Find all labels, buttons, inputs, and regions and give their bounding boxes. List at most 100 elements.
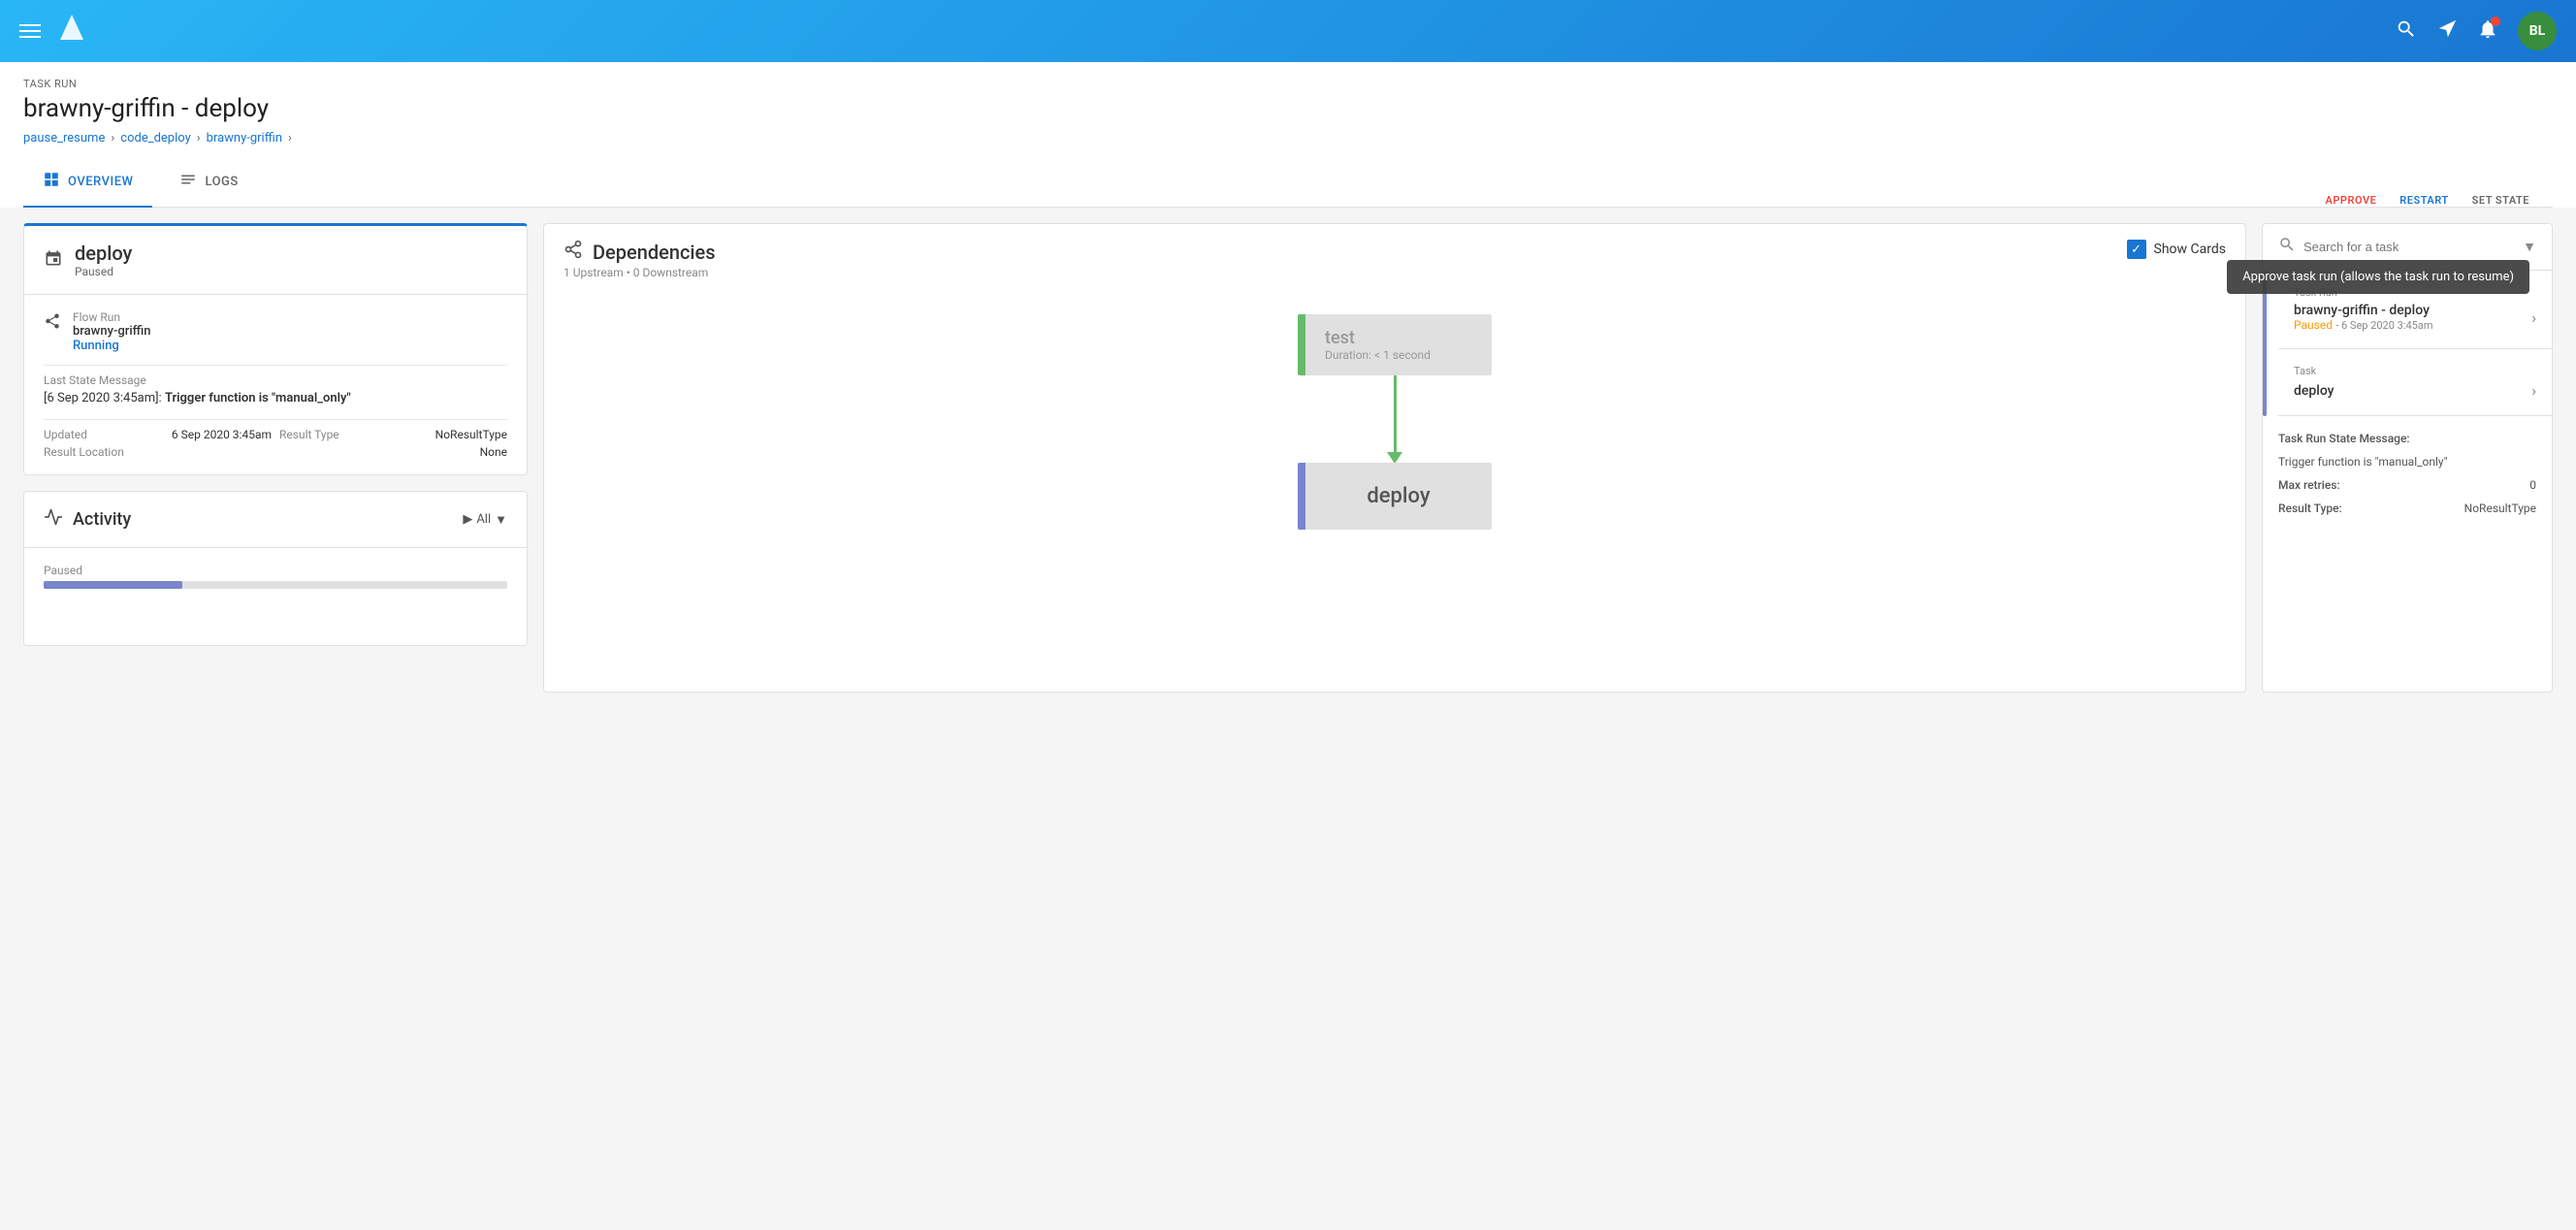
flow-run-status: Running [73, 339, 151, 353]
task-chevron[interactable]: › [2531, 381, 2536, 400]
tab-logs[interactable]: LOGS [160, 157, 257, 208]
activity-body: Paused [24, 548, 527, 645]
task-row: deploy › [2294, 381, 2536, 400]
node-test-duration: Duration: < 1 second [1325, 348, 1472, 362]
page-title: brawny-griffin - deploy [23, 94, 2553, 123]
flow-run-label: Flow Run [73, 310, 151, 324]
connector-line [1394, 375, 1397, 453]
activity-card: Activity ▶ All ▼ Paused [23, 491, 528, 646]
task-name-area: deploy Paused [75, 242, 132, 278]
logs-icon [179, 171, 197, 192]
breadcrumb-code-deploy[interactable]: code_deploy [120, 131, 190, 146]
connector [1387, 375, 1402, 464]
activity-chart-icon [44, 507, 63, 532]
activity-filter[interactable]: ▶ All ▼ [463, 512, 507, 528]
task-run-status: Paused [2294, 318, 2333, 332]
node-test[interactable]: test Duration: < 1 second [1298, 314, 1492, 375]
flow-icon [44, 312, 61, 334]
result-type-value: NoResultType [435, 428, 507, 441]
search-icon-right [2278, 236, 2296, 258]
right-task-section: Task deploy › [2278, 349, 2552, 416]
notification-dot [2491, 16, 2500, 26]
state-message: Last State Message [6 Sep 2020 3:45am]: … [44, 373, 507, 405]
nav-left [19, 13, 87, 50]
result-location-value: None [480, 445, 507, 459]
task-name: deploy [75, 242, 132, 265]
show-cards-checkbox: ✓ [2127, 240, 2146, 259]
dep-header: Dependencies 1 Upstream • 0 Downstream ✓… [564, 240, 2226, 279]
updated-value: 6 Sep 2020 3:45am [172, 428, 272, 441]
task-run-date: 6 Sep 2020 3:45am [2341, 319, 2432, 332]
top-nav: BL [0, 0, 2576, 62]
search-icon[interactable] [2396, 18, 2417, 45]
breadcrumb: pause_resume › code_deploy › brawny-grif… [23, 131, 2553, 146]
task-status: Paused [75, 265, 132, 278]
activity-bar [44, 581, 507, 589]
dep-title: Dependencies [564, 240, 716, 264]
share-icon [564, 240, 583, 264]
flow-run-name: brawny-griffin [73, 324, 151, 339]
hamburger-menu[interactable] [19, 24, 41, 38]
state-message-key: Task Run State Message: [2278, 432, 2410, 445]
alerts-icon[interactable] [2436, 18, 2458, 45]
tab-overview[interactable]: OVERVIEW [23, 157, 152, 208]
task-section-label: Task [2294, 365, 2536, 377]
show-cards-toggle[interactable]: ✓ Show Cards [2127, 240, 2226, 259]
result-type-item: Result Type NoResultType [279, 428, 507, 441]
result-location-item: Result Location None [44, 445, 507, 459]
activity-title: Activity [44, 507, 131, 532]
task-name-right: deploy [2294, 383, 2334, 399]
task-card-header: deploy Paused [24, 226, 527, 295]
state-message-row: Task Run State Message: [2278, 432, 2536, 445]
tab-logs-label: LOGS [205, 175, 238, 189]
logo-icon [56, 13, 87, 50]
result-type-key-right: Result Type: [2278, 502, 2342, 515]
dep-title-area: Dependencies 1 Upstream • 0 Downstream [564, 240, 716, 279]
task-run-chevron[interactable]: › [2531, 308, 2536, 327]
left-panel: deploy Paused Flow Run brawny-griffin Ru… [23, 223, 528, 693]
activity-filter-label: All [476, 512, 491, 527]
state-message-label: Last State Message [44, 373, 507, 387]
state-message-timestamp: [6 Sep 2020 3:45am]: [44, 391, 162, 405]
nav-right: BL [2396, 12, 2557, 50]
state-message-value: [6 Sep 2020 3:45am]: Trigger function is… [44, 391, 507, 405]
task-run-label: TASK RUN [23, 78, 2553, 90]
result-type-val-right: NoResultType [2464, 502, 2536, 515]
breadcrumb-brawny-griffin[interactable]: brawny-griffin [207, 131, 282, 146]
tabs: OVERVIEW LOGS [23, 157, 2553, 208]
approve-tooltip: Approve task run (allows the task run to… [2227, 260, 2529, 294]
task-run-name: brawny-griffin - deploy [2294, 303, 2432, 318]
search-input[interactable] [2303, 240, 2515, 254]
approve-label: APPROVE [2326, 194, 2377, 207]
right-info-section: Task Run State Message: Trigger function… [2263, 416, 2552, 540]
overview-icon [43, 171, 60, 192]
dependencies-panel: Dependencies 1 Upstream • 0 Downstream ✓… [543, 223, 2246, 693]
task-card-body: Flow Run brawny-griffin Running Last Sta… [24, 295, 527, 474]
updated-item: Updated 6 Sep 2020 3:45am [44, 428, 272, 441]
show-cards-label: Show Cards [2154, 242, 2226, 257]
activity-label: Activity [73, 509, 131, 530]
page-wrapper: deploy Paused Flow Run brawny-griffin Ru… [0, 208, 2576, 716]
flow-run-info: Flow Run brawny-griffin Running [73, 310, 151, 353]
task-run-row: brawny-griffin - deploy Paused - 6 Sep 2… [2294, 303, 2536, 333]
avatar[interactable]: BL [2518, 12, 2557, 50]
state-message-text: Trigger function is "manual_only" [165, 391, 351, 405]
result-type-label: Result Type [279, 428, 339, 441]
node-test-name: test [1325, 328, 1472, 348]
graph-area: test Duration: < 1 second deploy [564, 295, 2226, 549]
result-type-row: Result Type: NoResultType [2278, 502, 2536, 515]
dep-subtitle: 1 Upstream • 0 Downstream [564, 266, 716, 279]
activity-bar-fill [44, 581, 182, 589]
search-dropdown-arrow[interactable]: ▼ [2523, 239, 2536, 255]
max-retries-key: Max retries: [2278, 478, 2340, 492]
task-card: deploy Paused Flow Run brawny-griffin Ru… [23, 223, 528, 475]
updated-label: Updated [44, 428, 87, 441]
main-layout: deploy Paused Flow Run brawny-griffin Ru… [23, 208, 2553, 693]
activity-header: Activity ▶ All ▼ [24, 492, 527, 548]
breadcrumb-pause-resume[interactable]: pause_resume [23, 131, 105, 146]
node-deploy[interactable]: deploy [1298, 463, 1492, 530]
state-message-right-value: Trigger function is "manual_only" [2278, 455, 2536, 469]
header-wrapper: TASK RUN brawny-griffin - deploy pause_r… [0, 62, 2576, 208]
notifications-icon[interactable] [2477, 18, 2498, 45]
restart-label: RESTART [2399, 194, 2448, 207]
